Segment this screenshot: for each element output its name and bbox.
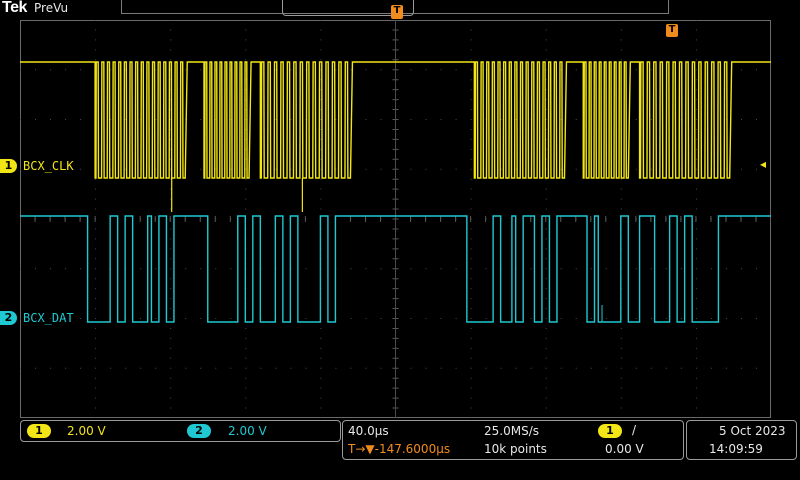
trigger-position-marker[interactable]: T (391, 5, 403, 19)
trigger-slope-icon: / (632, 423, 637, 437)
channel-2-ground-marker[interactable]: 2 (0, 311, 17, 325)
trigger-level-marker[interactable]: ◂ (760, 157, 766, 171)
date-time-readout: 5 Oct 2023 14:09:59 (686, 420, 797, 460)
date: 5 Oct 2023 (719, 424, 786, 438)
channel-1-scale: 2.00 V (67, 424, 106, 438)
horizontal-trigger-readout[interactable]: 40.0µs 25.0MS/s T→▼-147.6000µs 10k point… (342, 420, 684, 460)
trigger-point-indicator: T (666, 24, 678, 37)
channel-1-ground-marker[interactable]: 1 (0, 159, 17, 173)
trigger-delay: T→▼-147.6000µs (348, 442, 451, 456)
channel-2-label: BCX_DAT (23, 311, 74, 325)
waveform-display[interactable] (20, 20, 771, 418)
trigger-level: 0.00 V (605, 442, 644, 456)
record-length: 10k points (484, 442, 547, 456)
channel-2-scale: 2.00 V (228, 424, 267, 438)
brand-logo: Tek (2, 0, 27, 16)
channel-2-badge[interactable]: 2 (187, 424, 211, 438)
vertical-readout[interactable]: 1 2.00 V 2 2.00 V (20, 420, 341, 442)
sample-rate: 25.0MS/s (484, 424, 539, 438)
time-per-division: 40.0µs (348, 424, 389, 438)
channel-1-badge[interactable]: 1 (27, 424, 51, 438)
channel-1-label: BCX_CLK (23, 159, 74, 173)
acquisition-mode: PreVu (34, 1, 69, 15)
time: 14:09:59 (709, 442, 763, 456)
trigger-source-badge[interactable]: 1 (598, 424, 622, 438)
